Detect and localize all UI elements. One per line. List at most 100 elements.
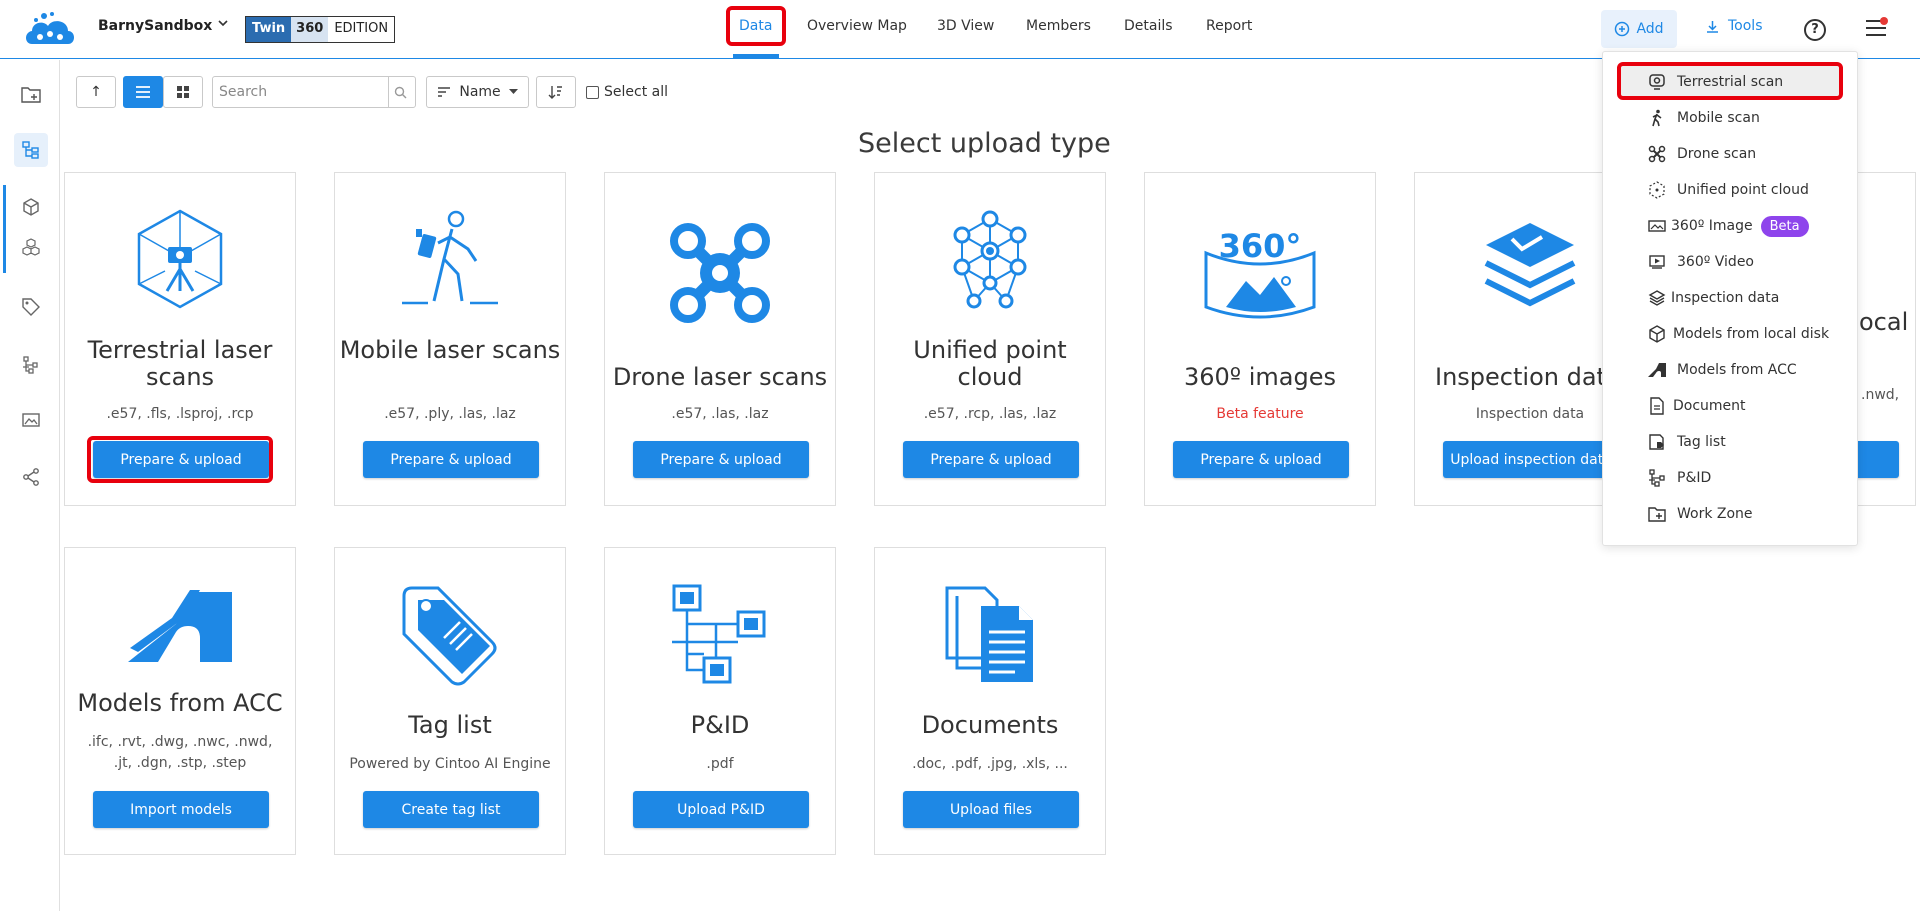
documents-icon	[875, 584, 1105, 684]
menu-item-unified-point-cloud[interactable]: Unified point cloud	[1677, 176, 1809, 204]
menu-item-document[interactable]: Document	[1673, 392, 1746, 420]
card-title: P&ID	[690, 711, 750, 739]
tab-report[interactable]: Report	[1206, 18, 1252, 34]
prepare-upload-button[interactable]: Prepare & upload	[903, 441, 1079, 478]
edition-twin: Twin	[246, 17, 292, 42]
import-models-button[interactable]: Import models	[93, 791, 269, 828]
menu-item-label: 360º Image	[1671, 218, 1753, 234]
card-pid: P&ID .pdf Upload P&ID	[604, 547, 836, 855]
card-subtitle: .e57, .rcp, .las, .laz	[923, 406, 1057, 422]
prepare-upload-button[interactable]: Prepare & upload	[1173, 441, 1349, 478]
pid-diagram-icon	[605, 584, 835, 684]
plus-circle-icon	[1615, 21, 1630, 37]
card-documents: Documents .doc, .pdf, .jpg, .xls, ... Up…	[874, 547, 1106, 855]
data-tree-icon[interactable]	[14, 133, 48, 167]
menu-item-mobile-scan[interactable]: Mobile scan	[1677, 104, 1760, 132]
card-title: 360º images	[1183, 363, 1336, 391]
menu-item-terrestrial-scan[interactable]: Terrestrial scan	[1677, 68, 1783, 96]
prepare-upload-button[interactable]: Prepare & upload	[633, 441, 809, 478]
tab-members[interactable]: Members	[1026, 18, 1091, 34]
menu-item-work-zone[interactable]: Work Zone	[1677, 500, 1753, 528]
image-icon[interactable]	[14, 403, 48, 437]
card-models-from-acc: Models from ACC .ifc, .rvt, .dwg, .nwc, …	[64, 547, 296, 855]
search-input[interactable]	[213, 78, 388, 106]
sort-dropdown[interactable]: Name	[426, 76, 529, 108]
select-all-label: Select all	[604, 84, 668, 100]
document-icon	[1647, 396, 1667, 416]
video-icon	[1647, 252, 1667, 272]
walking-scanner-icon	[335, 209, 565, 309]
chevron-down-icon[interactable]	[217, 17, 229, 33]
create-tag-list-button[interactable]: Create tag list	[363, 791, 539, 828]
button-highlight	[87, 436, 273, 483]
caret-down-icon	[508, 89, 518, 94]
card-360-images: 360° 360º images Beta feature Prepare & …	[1144, 172, 1376, 506]
pid-icon[interactable]	[14, 348, 48, 382]
tools-label: Tools	[1728, 18, 1763, 34]
sort-up-button[interactable]: ↑	[76, 76, 116, 108]
tag-icon[interactable]	[14, 290, 48, 324]
scanner-icon	[1647, 72, 1667, 92]
tag-list-icon	[1647, 432, 1667, 452]
tab-details[interactable]: Details	[1124, 18, 1173, 34]
select-all-checkbox[interactable]: Select all	[586, 84, 668, 100]
add-button[interactable]: Add	[1601, 10, 1677, 48]
pid-icon	[1647, 468, 1667, 488]
help-icon[interactable]: ?	[1804, 19, 1826, 41]
grid-view-button[interactable]	[163, 76, 203, 108]
cubes-icon[interactable]	[14, 230, 48, 264]
card-subtitle: .ifc, .rvt, .dwg, .nwc, .nwd, .jt, .dgn,…	[87, 734, 273, 771]
card-title: Unified point cloud	[913, 336, 1067, 391]
cintoo-logo-icon[interactable]	[22, 10, 78, 50]
sort-order-icon	[548, 86, 562, 99]
tab-overview-map[interactable]: Overview Map	[807, 18, 907, 34]
cube-icon[interactable]	[14, 190, 48, 224]
menu-item-drone-scan[interactable]: Drone scan	[1677, 140, 1756, 168]
point-cloud-icon	[875, 209, 1105, 309]
prepare-upload-button[interactable]: Prepare & upload	[363, 441, 539, 478]
card-subtitle: .pdf	[706, 756, 734, 772]
edition-word: EDITION	[328, 17, 395, 42]
menu-item-360-image[interactable]: 360º Image Beta	[1671, 212, 1809, 240]
card-title: Tag list	[408, 711, 492, 739]
card-subtitle: .e57, .las, .laz	[671, 406, 769, 422]
card-title: Terrestrial laser scans	[87, 336, 273, 391]
point-cloud-icon	[1647, 180, 1667, 200]
acc-icon	[1647, 360, 1667, 380]
upload-files-button[interactable]: Upload files	[903, 791, 1079, 828]
upload-pid-button[interactable]: Upload P&ID	[633, 791, 809, 828]
folder-add-icon[interactable]	[14, 78, 48, 112]
list-view-button[interactable]	[123, 76, 163, 108]
tools-button[interactable]: Tools	[1705, 18, 1763, 34]
menu-item-tag-list[interactable]: Tag list	[1677, 428, 1726, 456]
card-title: Drone laser scans	[612, 363, 828, 391]
menu-item-pid[interactable]: P&ID	[1677, 464, 1711, 492]
card-subtitle: .nwd,	[1861, 387, 1900, 403]
project-name[interactable]: BarnySandbox	[98, 18, 212, 34]
download-icon	[1707, 20, 1718, 33]
card-subtitle: .e57, .ply, .las, .laz	[384, 406, 516, 422]
menu-item-inspection-data[interactable]: Inspection data	[1671, 284, 1779, 312]
menu-item-models-local-disk[interactable]: Models from local disk	[1673, 320, 1829, 348]
tab-3d-view[interactable]: 3D View	[937, 18, 994, 34]
menu-item-360-video[interactable]: 360º Video	[1677, 248, 1754, 276]
search-icon[interactable]	[388, 77, 412, 107]
edition-badge: Twin 360 EDITION	[245, 16, 396, 43]
card-title: ocal	[1859, 308, 1909, 336]
upload-inspection-button[interactable]: Upload inspection data	[1443, 441, 1619, 478]
sort-order-button[interactable]	[536, 76, 576, 108]
grid-icon	[177, 86, 189, 98]
cube-icon	[1647, 324, 1667, 344]
acc-logo-icon	[65, 590, 295, 662]
walking-person-icon	[1647, 108, 1667, 128]
share-icon[interactable]	[14, 460, 48, 494]
tab-data[interactable]: Data	[739, 18, 772, 34]
layers-icon	[1647, 288, 1667, 308]
left-sidebar	[0, 60, 60, 911]
drone-icon	[605, 221, 835, 325]
drone-icon	[1647, 144, 1667, 164]
menu-item-models-from-acc[interactable]: Models from ACC	[1677, 356, 1797, 384]
card-drone-laser-scans: Drone laser scans .e57, .las, .laz Prepa…	[604, 172, 836, 506]
sidebar-active-bar	[3, 185, 6, 273]
active-tab-indicator	[733, 54, 779, 59]
